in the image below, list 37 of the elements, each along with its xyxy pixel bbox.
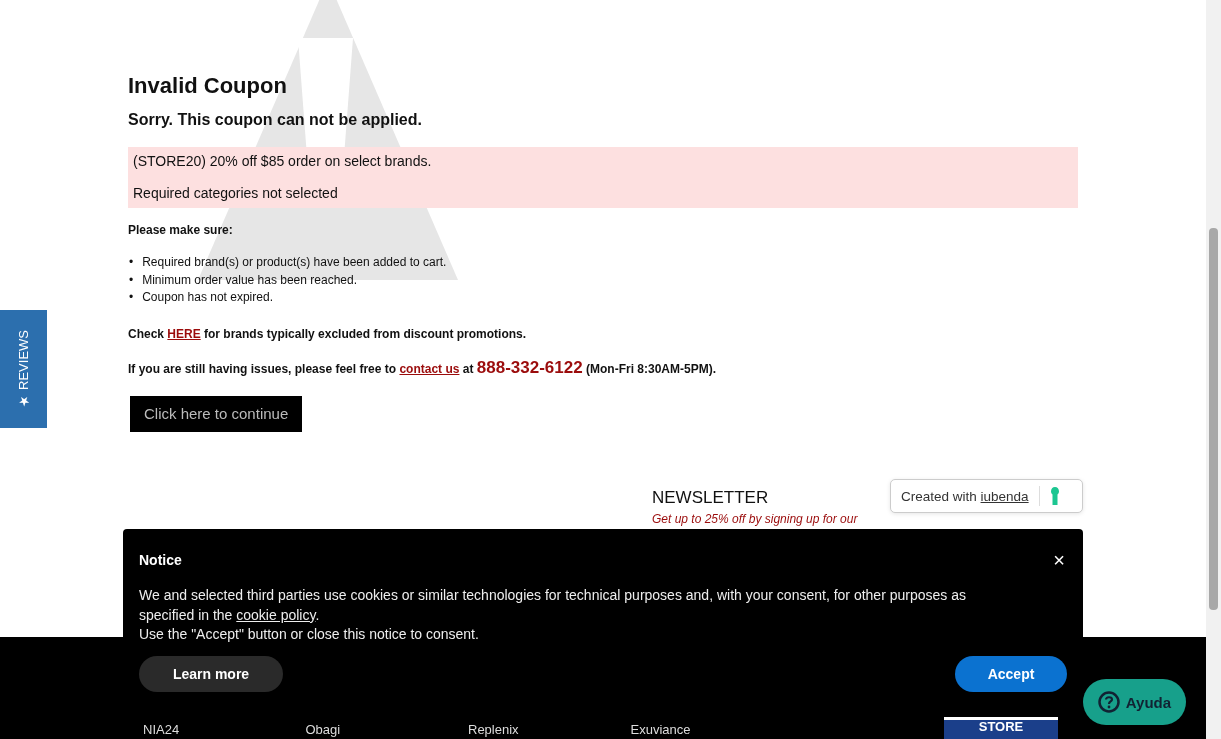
scrollbar[interactable] [1206,0,1221,739]
continue-button[interactable]: Click here to continue [130,395,303,432]
checklist-item: Required brand(s) or product(s) have been added to cart. [142,254,447,271]
cookie-notice-text: Use the "Accept" button or close this notice to consent. [139,625,480,644]
newsletter-tagline: Get up to 25% off by signing up for our [652,512,858,526]
contact-link[interactable]: contact us [399,361,460,376]
bullet: • [129,254,134,271]
bullet: • [129,289,134,306]
cookie-notice-text: We and selected third parties use cookies or similar technologies for technical purposes and, with your consent, for other purposes as specified in the cookie policy. [139,586,967,625]
close-button[interactable]: × [1049,549,1069,571]
notice-title: Notice [139,551,182,569]
bullet: • [129,271,134,289]
page-title: Invalid Coupon [128,72,288,100]
checklist-item: Coupon has not expired. [142,289,273,306]
reviews-tab[interactable]: ★ REVIEWS [0,310,47,428]
badge-text: Created with iubenda [901,488,1029,504]
contact-note: If you are still having issues, please feel free to contact us at 888-332-6122 (Mon-Fri 8:30AM-5PM). [128,358,717,378]
checklist-heading: Please make sure: [128,222,234,238]
learn-more-button[interactable]: Learn more [139,655,283,692]
keyhole-icon [1049,487,1060,505]
help-button[interactable]: Ayuda [1083,679,1186,725]
excluded-brands-note: Check HERE for brands typically excluded from discount promotions. [128,325,528,343]
iubenda-badge[interactable]: Created with iubenda [890,479,1083,513]
brand-link[interactable]: NIA24 [143,723,306,737]
accept-button[interactable]: Accept [955,655,1067,692]
brand-link[interactable]: Exuviance [630,723,793,737]
error-text: Required categories not selected [133,184,339,202]
error-text: (STORE20) 20% off $85 order on select brands. [133,152,433,170]
question-icon [1097,691,1120,713]
newsletter-title: NEWSLETTER [652,488,770,508]
iubenda-link[interactable]: iubenda [980,488,1029,504]
brand-link[interactable]: Replenix [468,723,631,737]
checklist-item: Minimum order value has been reached. [142,271,357,289]
here-link[interactable]: HERE [167,326,201,341]
brand-link[interactable]: Obagi [305,723,468,737]
error-subtitle: Sorry. This coupon can not be applied. [128,110,423,130]
store-logo[interactable]: STORE [944,716,1058,739]
